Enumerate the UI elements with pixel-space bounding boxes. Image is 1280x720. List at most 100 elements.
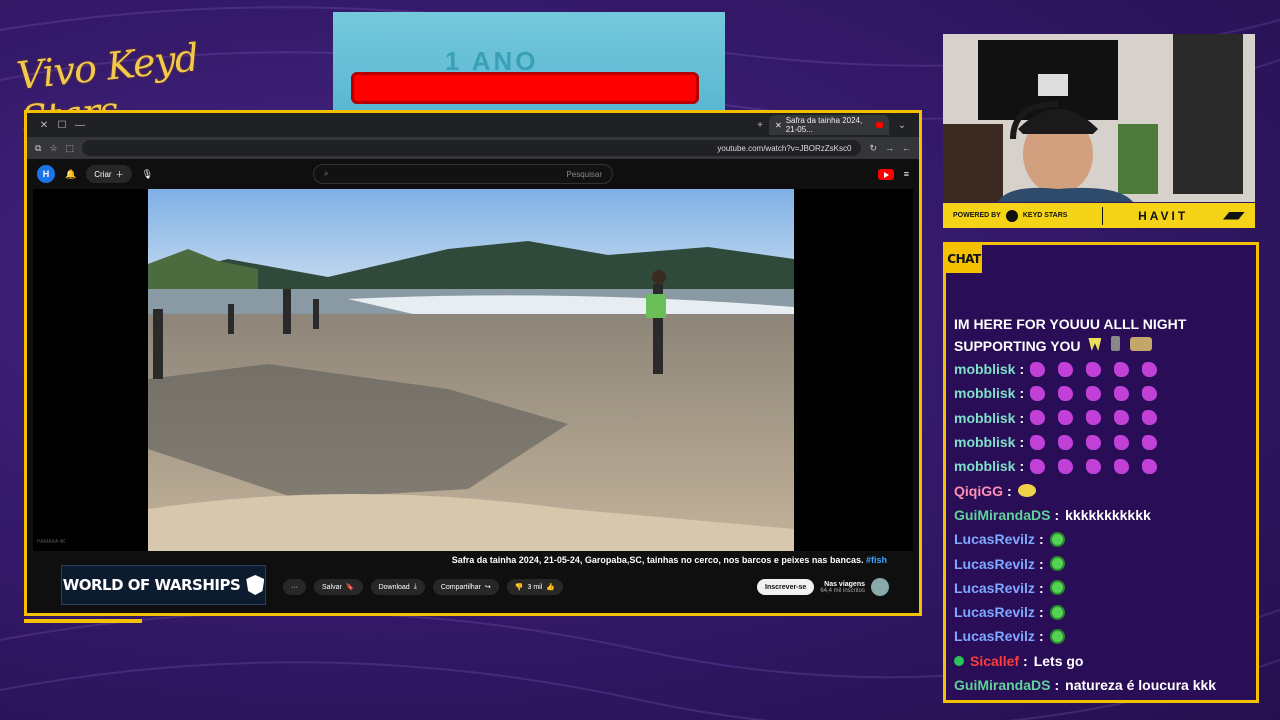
video-title: Safra da tainha 2024, 21-05-24, Garopaba… xyxy=(37,555,907,565)
blob-emote-icon xyxy=(1142,361,1158,377)
blob-emote-icon xyxy=(1114,458,1130,474)
green-emote-icon xyxy=(1049,556,1065,572)
chat-separator: : xyxy=(1038,579,1044,596)
bookmark-star-icon[interactable]: ☆ xyxy=(49,143,57,154)
chat-separator: : xyxy=(1019,361,1025,378)
chat-panel: CHAT IM HERE FOR YOUUU ALLL NIGHT SUPPOR… xyxy=(943,242,1259,703)
chat-separator: : xyxy=(1038,604,1044,621)
chat-message: mobblisk: xyxy=(954,430,1254,454)
save-label: Salvar xyxy=(322,583,342,591)
browser-tabbar: ✕ ☐ — + ✕ Safra da tainha 2024, 21-05...… xyxy=(27,113,919,137)
create-label: Criar xyxy=(94,169,112,179)
video-watermark: HAMARA 4K xyxy=(37,539,66,545)
chat-separator: : xyxy=(1038,555,1044,572)
maximize-window-icon[interactable]: ☐ xyxy=(53,120,71,131)
chat-message: mobblisk: xyxy=(954,454,1254,478)
chat-username[interactable]: mobblisk xyxy=(954,434,1015,450)
blob-emote-icon xyxy=(1030,410,1046,426)
chat-separator: : xyxy=(1054,506,1060,523)
plus-icon: ＋ xyxy=(115,169,124,179)
blob-emote-icon xyxy=(1142,410,1158,426)
keyd-stars-label: KEYD STARS xyxy=(1022,212,1068,219)
blob-emote-icon xyxy=(1086,434,1102,450)
chat-username[interactable]: LucasRevilz xyxy=(954,556,1035,572)
blob-emote-icon xyxy=(1142,385,1158,401)
like-icon[interactable]: 👍 xyxy=(546,583,555,591)
dislike-icon[interactable]: 👎 xyxy=(515,583,524,591)
share-label: Compartilhar xyxy=(440,583,481,591)
chat-message: LucasRevilz: xyxy=(954,600,1254,624)
account-avatar[interactable]: H xyxy=(37,165,55,183)
qi-emote-icon xyxy=(1017,484,1036,498)
like-count: 3 mil xyxy=(527,583,543,591)
youtube-logo[interactable] xyxy=(877,168,894,180)
chat-messages: IM HERE FOR YOUUU ALLL NIGHT SUPPORTING … xyxy=(954,313,1254,697)
chat-username[interactable]: LucasRevilz xyxy=(954,628,1035,644)
video-actions-row: ··· Salvar 🔖 Download ⤓ Compartilhar ↪ 👎… xyxy=(27,573,919,601)
new-tab-icon[interactable]: + xyxy=(751,120,769,131)
blob-emote-icon xyxy=(1030,385,1046,401)
chat-separator: : xyxy=(1019,409,1025,426)
screenshot-icon[interactable]: ⬚ xyxy=(66,143,75,154)
like-dislike-group: 👎 3 mil 👍 xyxy=(506,579,563,595)
video-player[interactable] xyxy=(33,189,913,551)
blob-emote-icon xyxy=(1086,458,1102,474)
chat-username[interactable]: GuiMirandaDS xyxy=(954,677,1050,693)
chat-username[interactable]: mobblisk xyxy=(954,458,1015,474)
save-button[interactable]: Salvar 🔖 xyxy=(314,579,363,595)
download-button[interactable]: Download ⤓ xyxy=(370,579,425,595)
blob-emote-icon xyxy=(1086,410,1102,426)
chat-separator: : xyxy=(1019,385,1025,402)
chat-text: Lets go xyxy=(1033,652,1084,669)
chat-username[interactable]: LucasRevilz xyxy=(954,580,1035,596)
menu-hamburger-icon[interactable]: ≡ xyxy=(904,169,909,179)
chat-separator: : xyxy=(1038,531,1044,548)
voice-search-mic-icon[interactable]: 🎙 xyxy=(142,169,153,180)
chat-username[interactable]: LucasRevilz xyxy=(954,531,1035,547)
download-icon: ⤓ xyxy=(413,583,417,590)
chat-username[interactable]: mobblisk xyxy=(954,385,1015,401)
reload-icon[interactable]: ↻ xyxy=(869,143,877,154)
browser-window: ✕ ☐ — + ✕ Safra da tainha 2024, 21-05...… xyxy=(24,110,922,623)
search-icon[interactable]: ⌕ xyxy=(324,169,328,179)
blob-emote-icon xyxy=(1142,434,1158,450)
blob-emote-icon xyxy=(1114,361,1130,377)
close-tab-icon[interactable]: ✕ xyxy=(775,121,782,130)
chat-username[interactable]: mobblisk xyxy=(954,410,1015,426)
more-actions-button[interactable]: ··· xyxy=(283,579,306,595)
blob-emote-icon xyxy=(1058,410,1074,426)
chat-text: natureza é loucura kkk xyxy=(1065,677,1217,693)
blob-emote-icon xyxy=(1142,458,1158,474)
forward-icon[interactable]: → xyxy=(885,143,894,153)
url-field[interactable]: youtube.com/watch?v=JBORzZsKsc0 xyxy=(82,140,862,156)
chat-username[interactable]: QiqiGG xyxy=(954,483,1003,499)
streamer-webcam xyxy=(943,34,1255,202)
chat-username[interactable]: mobblisk xyxy=(954,361,1015,377)
channel-avatar[interactable] xyxy=(871,578,889,596)
tab-list-icon[interactable]: ⌄ xyxy=(893,120,911,131)
notifications-bell-icon[interactable]: 🔔 xyxy=(65,169,76,180)
chat-message: GuiMirandaDS: natureza é loucura kkk xyxy=(954,673,1254,697)
blob-emote-icon xyxy=(1086,361,1102,377)
subscribe-button[interactable]: Inscrever-se xyxy=(757,579,815,595)
create-button[interactable]: Criar ＋ xyxy=(86,165,132,183)
share-arrow-icon: ↪ xyxy=(484,584,491,591)
channel-name[interactable]: Nas viagens xyxy=(820,581,865,588)
video-hashtag-link[interactable]: #fish xyxy=(866,555,887,565)
browser-tab-active[interactable]: ✕ Safra da tainha 2024, 21-05... xyxy=(769,115,889,135)
video-frame-beach-fishing[interactable] xyxy=(148,189,794,551)
minimize-window-icon[interactable]: — xyxy=(71,120,89,131)
chat-separator: : xyxy=(1019,458,1025,475)
search-input[interactable]: ⌕ Pesquisar xyxy=(313,164,613,184)
youtube-play-logo-icon xyxy=(877,168,894,180)
back-icon[interactable]: ← xyxy=(902,143,911,153)
chat-username[interactable]: Sicallef xyxy=(970,653,1019,669)
extensions-icon[interactable]: ⧉ xyxy=(35,143,41,154)
chat-separator: : xyxy=(1019,434,1025,451)
close-window-icon[interactable]: ✕ xyxy=(35,120,53,131)
chat-username[interactable]: GuiMirandaDS xyxy=(954,507,1050,523)
webcam-image xyxy=(943,34,1255,202)
green-emote-icon xyxy=(1049,628,1065,644)
share-button[interactable]: Compartilhar ↪ xyxy=(432,579,499,595)
chat-username[interactable]: LucasRevilz xyxy=(954,604,1035,620)
